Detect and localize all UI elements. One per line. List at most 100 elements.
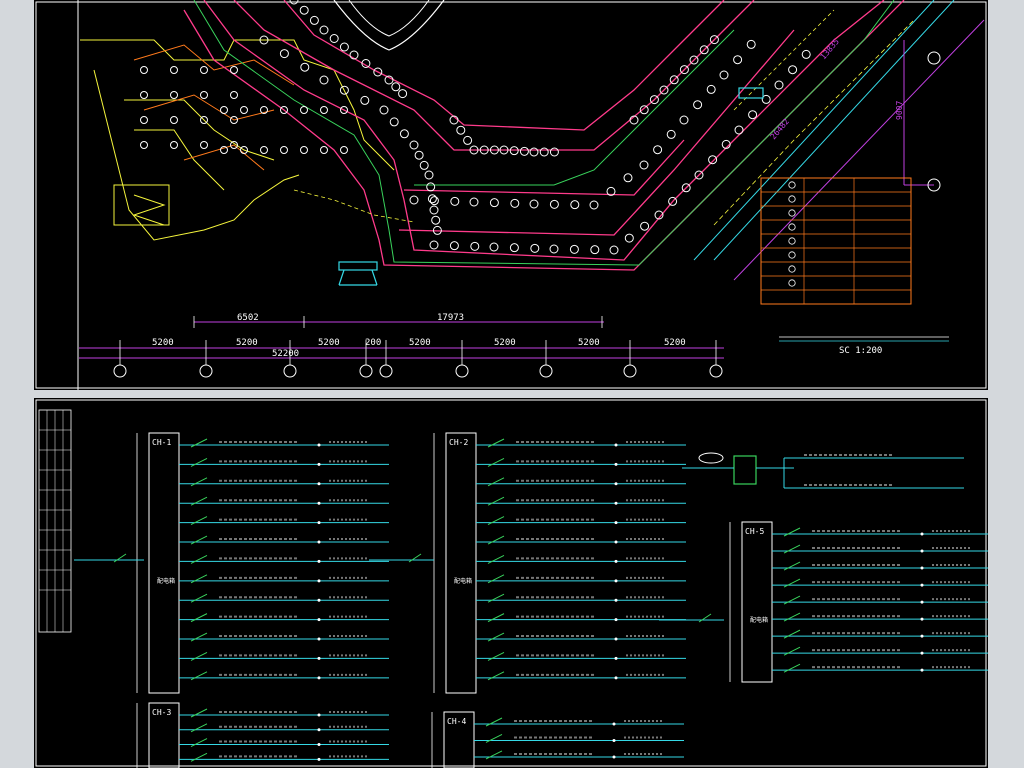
light-fixture (340, 146, 348, 154)
light-fixture (530, 243, 540, 253)
light-fixture (140, 141, 148, 149)
light-fixture (300, 62, 310, 72)
light-fixture (431, 215, 441, 225)
light-fixture (801, 49, 811, 59)
dimension-label: 9007 (895, 101, 904, 120)
light-fixture (427, 194, 437, 204)
light-fixture (399, 129, 409, 139)
light-fixture (450, 196, 460, 206)
meter-box (682, 452, 964, 489)
light-fixture (170, 91, 178, 99)
light-fixture (140, 116, 148, 124)
panel-id: CH-3 (152, 708, 171, 717)
light-fixture (463, 135, 473, 145)
light-fixture (529, 147, 539, 157)
light-fixture (706, 84, 716, 94)
light-fixture (320, 106, 328, 114)
light-fixture (320, 146, 328, 154)
building-walls-orange (133, 44, 295, 171)
light-fixture (339, 42, 349, 52)
light-fixture (788, 65, 798, 75)
light-fixture (590, 245, 600, 255)
light-fixture (519, 146, 529, 156)
panel-id: CH-5 (745, 527, 764, 536)
light-fixture (509, 146, 519, 156)
light-fixture (549, 147, 559, 157)
dimension-label: 5200 (318, 338, 340, 348)
legend-symbol (788, 195, 796, 203)
light-fixture (140, 91, 148, 99)
light-fixture (170, 116, 178, 124)
light-fixture (640, 221, 650, 231)
dimension-label: 200 (365, 338, 381, 348)
light-fixture (449, 241, 459, 251)
light-fixture (389, 117, 399, 127)
light-fixture (510, 198, 520, 208)
dimension-label: 13835 (819, 37, 841, 61)
light-fixture (570, 200, 580, 210)
dimension-label: 5200 (152, 338, 174, 348)
panel-label: 配电箱 (454, 577, 472, 585)
legend-symbol (788, 181, 796, 189)
panel-label: 配电箱 (157, 577, 175, 585)
light-fixture (140, 66, 148, 74)
light-fixture (299, 5, 309, 15)
grid-bubble (113, 364, 127, 378)
light-fixture (549, 244, 559, 254)
light-fixture (200, 66, 208, 74)
dimension-label: 26482 (769, 117, 791, 141)
light-fixtures (140, 0, 811, 255)
light-fixture (409, 140, 419, 150)
light-fixture (569, 244, 579, 254)
dimension-total: 52200 (272, 349, 299, 359)
light-fixture (200, 141, 208, 149)
dimension-label: 5200 (494, 338, 516, 348)
light-fixture (309, 15, 319, 25)
site-plan-drawing: SC 1:200 6502 17973 5200 5200 5200 200 5200 520… (34, 0, 988, 390)
light-fixture (719, 70, 729, 80)
light-fixture (456, 125, 466, 135)
site-plan-canvas: SC 1:200 6502 17973 5200 5200 5200 200 5200 520… (35, 0, 987, 390)
light-fixture (419, 160, 429, 170)
light-fixture (170, 141, 178, 149)
light-fixture (319, 75, 329, 85)
light-fixture (469, 197, 479, 207)
legend-table (760, 177, 912, 305)
legend-symbol (788, 265, 796, 273)
panel-ch-2: CH-2 配电箱 (369, 432, 686, 694)
light-fixture (429, 205, 439, 215)
light-fixture (170, 66, 178, 74)
panel-label: 配电箱 (750, 616, 768, 624)
light-fixture (260, 146, 268, 154)
dimension-label: 17973 (437, 313, 464, 323)
panel-id: CH-1 (152, 438, 171, 447)
site-boundary (693, 0, 955, 261)
light-fixture (639, 160, 649, 170)
light-fixture (539, 147, 549, 157)
light-fixture (429, 240, 439, 250)
light-fixture (666, 129, 676, 139)
legend-symbol (788, 223, 796, 231)
light-fixture (708, 155, 718, 165)
light-fixture (414, 150, 424, 160)
schematic-canvas: CH-1 配电箱 CH-2 配电箱 CH-3 CH-4 CH-5 配电箱 (35, 399, 988, 768)
light-fixture (429, 196, 439, 206)
scale-label: SC 1:200 (839, 346, 882, 356)
light-fixture (280, 146, 288, 154)
light-fixture (300, 106, 308, 114)
grid-bubble (623, 364, 637, 378)
legend-symbol (788, 279, 796, 287)
light-fixture (319, 25, 329, 35)
light-fixture (509, 243, 519, 253)
light-fixture (426, 182, 436, 192)
light-fixture (609, 245, 619, 255)
dimension-label: 5200 (664, 338, 686, 348)
light-fixture (230, 91, 238, 99)
light-fixture (679, 115, 689, 125)
light-fixture (391, 82, 401, 92)
panel-id: CH-4 (447, 717, 466, 726)
light-fixture (409, 195, 419, 205)
light-fixture (424, 170, 434, 180)
dimension-lines-right (733, 19, 985, 281)
legend-symbol (788, 237, 796, 245)
